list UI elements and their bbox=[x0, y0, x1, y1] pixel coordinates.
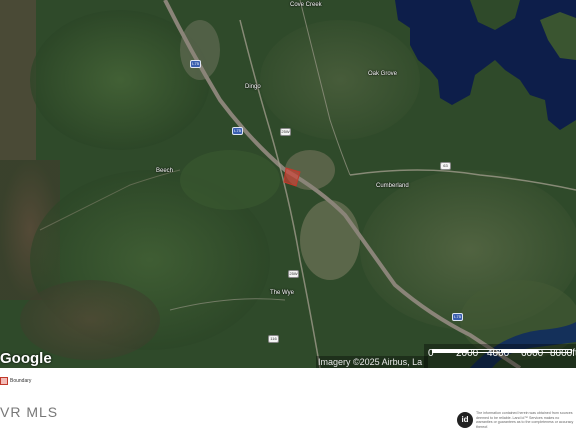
place-label-cumberland: Cumberland bbox=[376, 183, 409, 189]
scale-label: 0 bbox=[428, 348, 434, 359]
route-shield: 116 bbox=[268, 335, 279, 343]
place-label-beech: Beech bbox=[156, 168, 174, 174]
scale-label: 4000 bbox=[487, 348, 510, 359]
land-id-disclaimer: id The information contained herein was … bbox=[456, 411, 576, 432]
interstate-shield: I-75 bbox=[190, 60, 201, 68]
scale-bar: 0 2000 4000 6000 8000ft bbox=[424, 344, 576, 368]
scale-label: 6000 bbox=[521, 348, 544, 359]
satellite-imagery bbox=[0, 0, 576, 368]
boundary-swatch bbox=[0, 377, 8, 385]
legend-label: Boundary bbox=[10, 378, 32, 384]
scale-label: 8000ft bbox=[550, 348, 576, 359]
place-label-dingo: Dingo bbox=[245, 84, 261, 90]
place-label-cove-creek: Cove Creek bbox=[290, 2, 322, 8]
route-shield: 63 bbox=[440, 162, 451, 170]
disclaimer-text: The information contained herein was obt… bbox=[476, 411, 574, 429]
place-label-the-wye: The Wye bbox=[270, 290, 294, 296]
interstate-shield: I-75 bbox=[232, 127, 243, 135]
route-shield: 25W bbox=[280, 128, 291, 136]
interstate-shield: I-75 bbox=[452, 313, 463, 321]
satellite-map[interactable]: Cove Creek Dingo Oak Grove Cumberland Th… bbox=[0, 0, 576, 368]
land-id-logo: id bbox=[457, 412, 473, 428]
mls-logo: VR MLS bbox=[0, 404, 59, 420]
imagery-attribution: Imagery ©2025 Airbus, La bbox=[316, 356, 428, 368]
route-shield: 25W bbox=[288, 270, 299, 278]
scale-label: 2000 bbox=[456, 348, 479, 359]
google-logo: Google bbox=[0, 350, 52, 367]
place-label-oak-grove: Oak Grove bbox=[368, 71, 398, 77]
